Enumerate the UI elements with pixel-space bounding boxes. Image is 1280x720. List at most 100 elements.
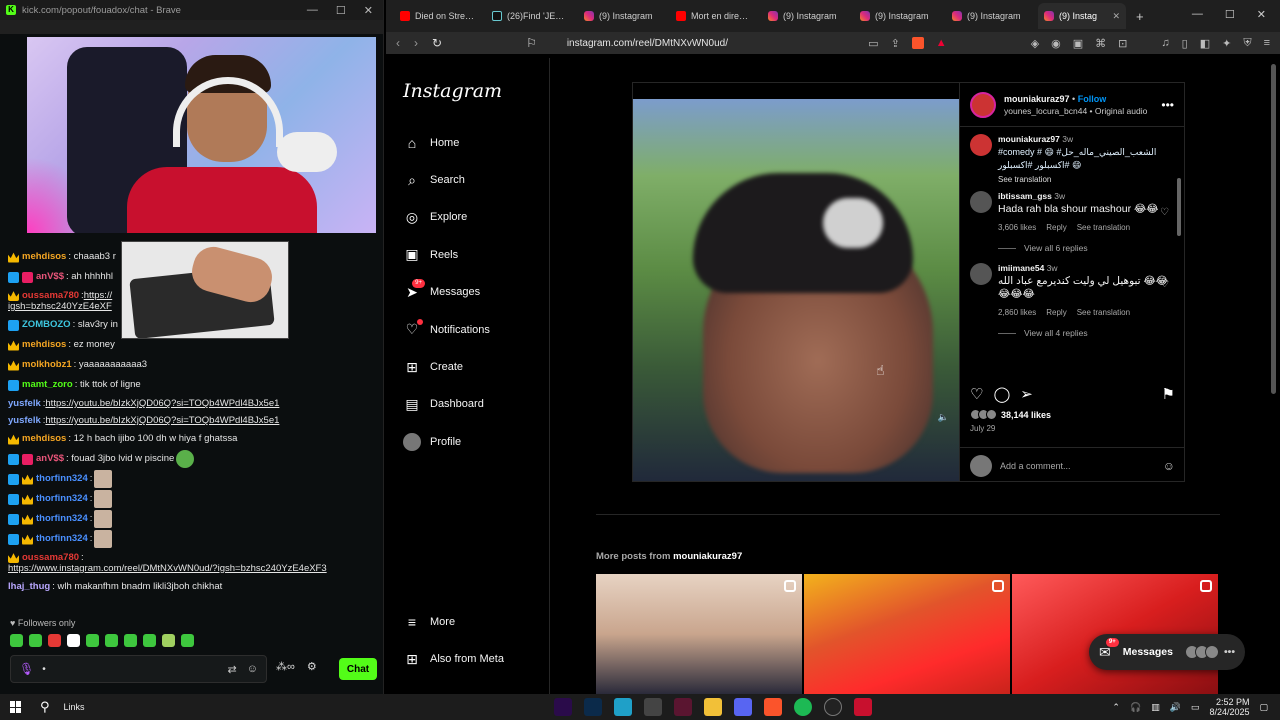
comment-likes[interactable]: 3,606 likes — [998, 222, 1036, 233]
spotify-icon[interactable] — [794, 698, 812, 716]
back-icon[interactable]: ‹ — [396, 36, 400, 50]
avatar[interactable] — [970, 134, 992, 156]
chat-username[interactable]: oussama780 — [22, 290, 79, 301]
volume-icon[interactable]: 🔊 — [1170, 702, 1181, 713]
browser-tab[interactable]: (26)Find 'JEAN Pl — [486, 3, 574, 29]
browser-tab[interactable]: (9) Instagram — [578, 3, 666, 29]
chat-username[interactable]: thorfinn324 — [36, 469, 88, 489]
file-explorer-icon[interactable] — [704, 698, 722, 716]
speaker-icon[interactable]: 🔈 — [938, 412, 949, 423]
browser-tab[interactable]: (9) Instag ✕ — [1038, 3, 1126, 29]
likes-summary[interactable]: 38,144 likes — [970, 409, 1175, 420]
browser-tab[interactable]: Died on Stream a — [394, 3, 482, 29]
emoji-icon[interactable]: ☺ — [1163, 459, 1175, 473]
audio-info[interactable]: younes_locura_bcn44 • Original audio — [1004, 105, 1161, 117]
app-icon[interactable] — [644, 698, 662, 716]
share-icon[interactable]: ➢ — [1020, 385, 1033, 403]
nav-item-dashboard[interactable]: ▤ Dashboard — [403, 386, 549, 423]
view-replies-button[interactable]: View all 6 replies — [960, 233, 1185, 257]
chat-username[interactable]: lhaj_thug — [8, 577, 50, 597]
extension-icon[interactable]: ◉ — [1051, 37, 1061, 50]
app-icon[interactable] — [674, 698, 692, 716]
minimize-icon[interactable]: — — [307, 4, 318, 17]
see-translation-link[interactable]: See translation — [998, 174, 1175, 185]
browser-tab[interactable]: (9) Instagram — [762, 3, 850, 29]
emote-icon[interactable] — [29, 634, 42, 647]
emote-icon[interactable] — [181, 634, 194, 647]
view-replies-button[interactable]: View all 4 replies — [960, 318, 1185, 342]
chat-username[interactable]: yusfelk — [8, 398, 41, 409]
extension-icon[interactable]: ◈ — [1031, 37, 1039, 50]
new-tab-icon[interactable]: + — [1136, 9, 1144, 24]
bookmark-icon[interactable]: ⚐ — [526, 36, 537, 50]
like-heart-icon[interactable]: ♡ — [970, 385, 983, 403]
chat-input-value[interactable]: • — [42, 664, 217, 675]
page-scrollbar[interactable] — [1271, 64, 1276, 394]
chat-username[interactable]: anV$$ — [36, 267, 64, 287]
chat-username[interactable]: anV$$ — [36, 449, 64, 469]
chat-username[interactable]: mehdisos — [22, 335, 66, 355]
emote-icon[interactable] — [67, 634, 80, 647]
avatar[interactable] — [970, 191, 992, 213]
clock[interactable]: 2:52 PM 8/24/2025 — [1209, 697, 1249, 717]
maximize-icon[interactable]: ☐ — [336, 4, 346, 17]
microphone-icon[interactable]: 🎙 — [19, 662, 34, 676]
chat-username[interactable]: mehdisos — [22, 247, 66, 267]
reload-icon[interactable]: ↻ — [432, 36, 442, 50]
leo-icon[interactable]: ✦ — [1222, 37, 1231, 50]
close-tab-icon[interactable]: ✕ — [1112, 11, 1120, 22]
nav-item-create[interactable]: ⊞ Create — [403, 348, 549, 385]
emote-icon[interactable] — [10, 634, 23, 647]
nav-item-explore[interactable]: ◎ Explore — [403, 199, 549, 236]
kick-points-icon[interactable]: ⁂∞ — [276, 660, 295, 673]
battery-icon[interactable]: ▭ — [1191, 702, 1200, 713]
chat-link[interactable]: https://www.instagram.com/reel/DMtNXvWN0… — [8, 563, 327, 574]
messages-floating-button[interactable]: ✉ 9+ Messages ••• — [1089, 634, 1245, 670]
vpn-icon[interactable]: ⛨ — [1243, 37, 1251, 50]
close-icon[interactable]: ✕ — [364, 4, 373, 17]
nav-item-also-from-meta[interactable]: ⊞ Also from Meta — [403, 640, 504, 677]
bookmark-icon[interactable]: ⚑ — [1162, 385, 1175, 403]
nav-item-home[interactable]: ⌂ Home — [403, 124, 549, 161]
capcut-icon[interactable] — [614, 698, 632, 716]
avatar[interactable] — [970, 263, 992, 285]
close-icon[interactable]: ✕ — [1257, 8, 1266, 21]
chat-link[interactable]: https:// — [84, 290, 113, 301]
browser-tab[interactable]: Mort en direct d — [670, 3, 758, 29]
reply-button[interactable]: Reply — [1046, 307, 1066, 318]
links-toolbar[interactable]: Links — [64, 702, 85, 712]
follow-button[interactable]: Follow — [1078, 94, 1107, 104]
more-options-icon[interactable]: ••• — [1161, 98, 1174, 112]
chat-username[interactable]: thorfinn324 — [36, 509, 88, 529]
comment-author[interactable]: imiimane54 — [998, 263, 1044, 273]
emote-icon[interactable] — [162, 634, 175, 647]
emoji-icon[interactable]: ☺ — [247, 663, 258, 675]
instagram-logo[interactable]: Instagram — [403, 80, 549, 102]
obs-icon[interactable] — [824, 698, 842, 716]
menu-icon[interactable]: ≡ — [1264, 37, 1270, 50]
chevron-up-icon[interactable]: ⌃ — [1112, 702, 1120, 713]
reel-video[interactable]: 🔈 — [632, 82, 960, 482]
url-field[interactable]: instagram.com/reel/DMtNXvWN0ud/ — [567, 38, 868, 49]
heart-icon[interactable]: ♡ — [1160, 207, 1169, 218]
maximize-icon[interactable]: ☐ — [1225, 8, 1235, 21]
emote-icon[interactable] — [48, 634, 61, 647]
post-author[interactable]: mouniakuraz97 — [1004, 94, 1070, 104]
cast-icon[interactable]: ▭ — [868, 37, 878, 50]
windows-start-icon[interactable] — [10, 701, 22, 713]
heart-icon[interactable]: ♡ — [1160, 279, 1169, 290]
media-icon[interactable]: ♫ — [1161, 37, 1169, 50]
author-avatar[interactable] — [970, 91, 996, 118]
sidebar-icon[interactable]: ▯ — [1182, 37, 1188, 50]
wallet-icon[interactable]: ◧ — [1200, 37, 1210, 50]
comment-likes[interactable]: 2,860 likes — [998, 307, 1036, 318]
chat-username[interactable]: mamt_zoro — [22, 375, 73, 395]
emote-bar[interactable] — [10, 634, 194, 647]
rewards-icon[interactable]: ▲ — [936, 37, 947, 50]
comment-author[interactable]: ibtissam_gss — [998, 191, 1052, 201]
post-thumbnail[interactable] — [804, 574, 1010, 694]
discord-icon[interactable] — [734, 698, 752, 716]
photoshop-icon[interactable] — [584, 698, 602, 716]
forward-icon[interactable]: › — [414, 36, 418, 50]
comment-icon[interactable]: ◯ — [993, 385, 1010, 403]
